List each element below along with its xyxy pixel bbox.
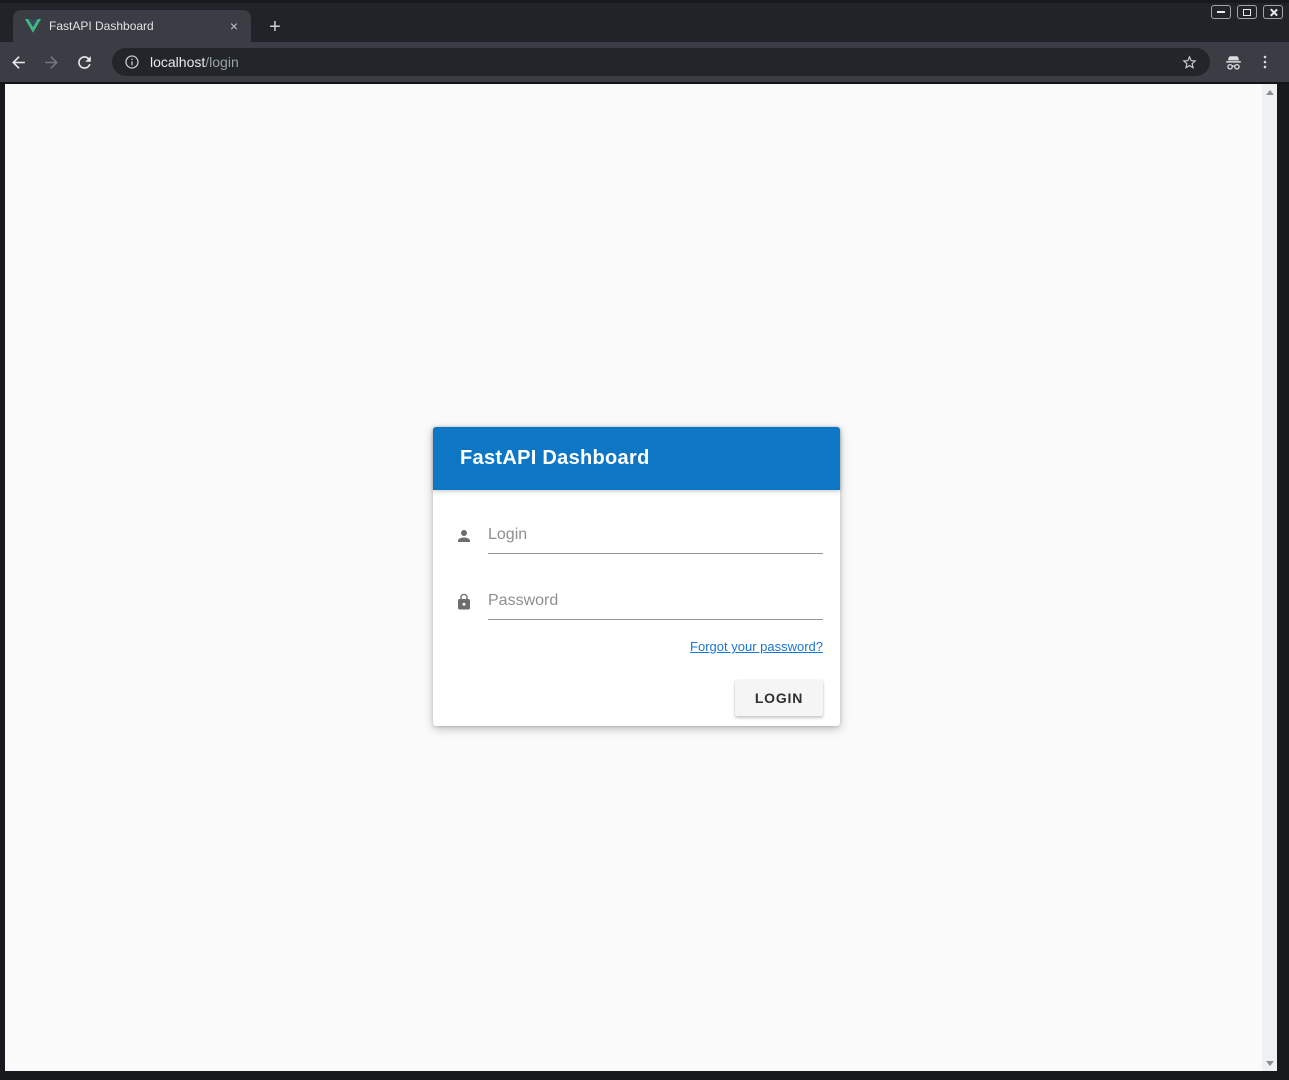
close-button[interactable] (1263, 5, 1283, 19)
url-text[interactable]: localhost/login (150, 54, 1176, 70)
address-bar[interactable]: localhost/login (112, 48, 1210, 76)
maximize-button[interactable] (1237, 5, 1257, 19)
url-path: /login (205, 54, 238, 70)
maximize-icon (1243, 9, 1251, 16)
login-card-body: Forgot your password? LOGIN (433, 490, 840, 726)
window-controls (1211, 5, 1283, 19)
browser-menu-button[interactable] (1250, 47, 1280, 77)
three-dot-menu-icon (1256, 53, 1274, 71)
bookmark-button[interactable] (1176, 49, 1202, 75)
arrow-back-icon (9, 53, 28, 72)
url-host: localhost (150, 54, 205, 70)
reload-icon (75, 53, 94, 72)
forward-button[interactable] (36, 47, 66, 77)
scroll-down-icon (1266, 1061, 1274, 1066)
login-card-title: FastAPI Dashboard (460, 447, 650, 470)
page-scrollbar[interactable] (1262, 84, 1277, 1071)
browser-window: FastAPI Dashboard × + (0, 0, 1289, 1080)
incognito-icon (1223, 52, 1244, 73)
login-card-header: FastAPI Dashboard (433, 427, 840, 490)
incognito-badge (1218, 47, 1248, 77)
tab-fastapi-dashboard[interactable]: FastAPI Dashboard × (13, 10, 251, 42)
minimize-button[interactable] (1211, 5, 1231, 19)
close-icon (1269, 8, 1278, 17)
tab-close-icon[interactable]: × (225, 17, 243, 35)
forgot-password-row: Forgot your password? (455, 638, 823, 656)
password-input[interactable] (488, 586, 823, 620)
back-button[interactable] (3, 47, 33, 77)
tab-strip: FastAPI Dashboard × + (0, 0, 1289, 42)
scroll-down-button[interactable] (1262, 1055, 1277, 1071)
forgot-password-link[interactable]: Forgot your password? (690, 639, 823, 654)
arrow-forward-icon (42, 53, 61, 72)
minimize-icon (1217, 11, 1225, 13)
login-card: FastAPI Dashboard Forgot your passwo (433, 427, 840, 726)
star-outline-icon (1181, 54, 1198, 71)
password-field-row (455, 586, 823, 620)
reload-button[interactable] (69, 47, 99, 77)
vue-logo-icon (25, 19, 41, 34)
new-tab-button[interactable]: + (262, 14, 288, 40)
page-info-icon[interactable] (124, 54, 140, 70)
tab-title: FastAPI Dashboard (49, 19, 225, 33)
scroll-up-button[interactable] (1262, 84, 1277, 100)
scroll-up-icon (1266, 90, 1274, 95)
login-button-row: LOGIN (455, 680, 823, 717)
login-input[interactable] (488, 520, 823, 554)
lock-icon (455, 593, 473, 611)
login-button[interactable]: LOGIN (735, 680, 823, 716)
browser-toolbar: localhost/login (0, 42, 1289, 82)
person-icon (455, 527, 473, 545)
login-field-row (455, 520, 823, 554)
page-content: FastAPI Dashboard Forgot your passwo (5, 84, 1277, 1071)
